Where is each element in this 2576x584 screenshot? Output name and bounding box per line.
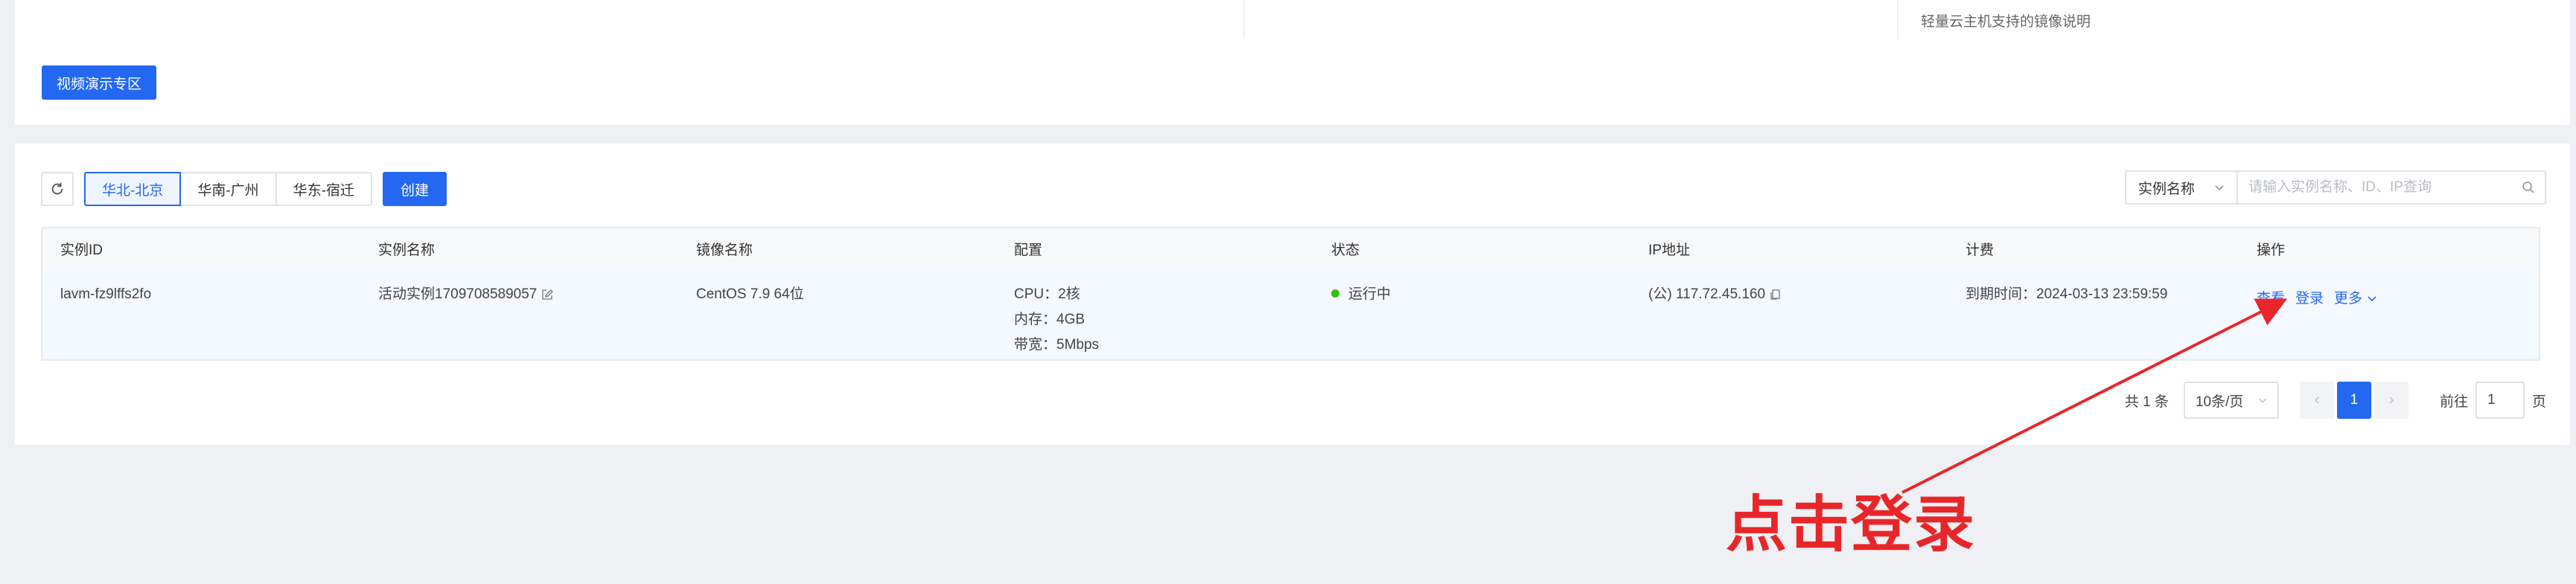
region-tab-beijing[interactable]: 华北-北京 bbox=[84, 172, 182, 206]
annotation-arrow bbox=[1901, 298, 2288, 494]
annotation-click-login: 点击登录 bbox=[1726, 490, 1977, 560]
